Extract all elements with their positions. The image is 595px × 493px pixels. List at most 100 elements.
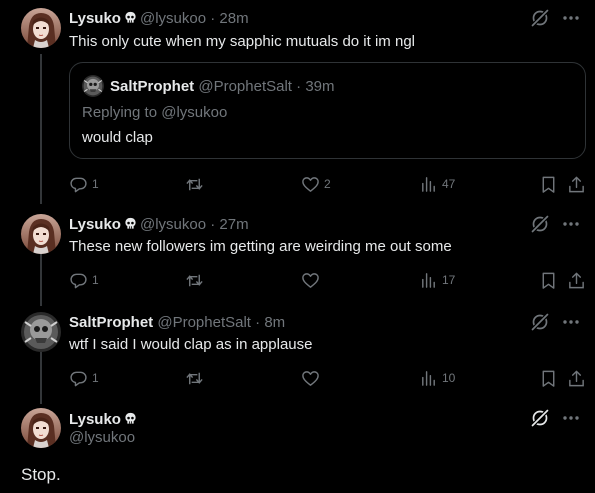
retweet-icon <box>185 271 204 290</box>
handle[interactable]: @lysukoo <box>69 428 135 448</box>
views-button[interactable]: 10 <box>419 368 455 388</box>
reply-button[interactable]: 1 <box>69 174 99 194</box>
avatar[interactable] <box>21 312 61 352</box>
more-icon[interactable] <box>561 312 581 332</box>
bookmark-button[interactable] <box>539 270 558 290</box>
like-icon <box>301 271 320 290</box>
bookmark-button[interactable] <box>539 368 558 388</box>
thread-post[interactable]: SaltProphet @ProphetSalt · 8m wtf I said… <box>0 312 595 396</box>
views-button[interactable]: 17 <box>419 270 455 290</box>
reply-icon <box>69 271 88 290</box>
separator-dot: · <box>210 10 216 27</box>
quote-text: would clap <box>82 129 153 146</box>
like-icon <box>301 175 320 194</box>
avatar[interactable] <box>82 75 104 97</box>
post-header: Lysuko @lysukoo · 28m <box>69 9 249 29</box>
views-icon <box>419 175 438 194</box>
retweet-button[interactable] <box>185 174 208 194</box>
share-icon <box>567 271 586 290</box>
handle[interactable]: @lysukoo <box>140 10 206 27</box>
post-header: Lysuko <box>69 410 140 430</box>
share-button[interactable] <box>567 368 586 388</box>
handle[interactable]: @ProphetSalt <box>157 314 251 331</box>
more-icon[interactable] <box>561 8 581 28</box>
views-icon <box>419 271 438 290</box>
timestamp[interactable]: 8m <box>264 314 285 331</box>
post-menu <box>530 8 581 28</box>
separator-dot: · <box>296 78 302 95</box>
bookmark-icon <box>539 369 558 388</box>
quoted-post[interactable]: SaltProphet @ProphetSalt · 39m Replying … <box>69 62 586 159</box>
like-button[interactable] <box>301 368 324 388</box>
separator-dot: · <box>210 216 216 233</box>
reply-count: 1 <box>92 371 99 385</box>
skull-badge-icon <box>124 412 137 425</box>
bookmark-button[interactable] <box>539 174 558 194</box>
reply-icon <box>69 175 88 194</box>
action-bar: 1 17 <box>69 270 587 290</box>
share-icon <box>567 369 586 388</box>
more-icon[interactable] <box>561 408 581 428</box>
views-icon <box>419 369 438 388</box>
replying-to: Replying to @lysukoo <box>82 104 228 121</box>
action-bar: 1 2 47 <box>69 174 587 194</box>
share-button[interactable] <box>567 174 586 194</box>
retweet-button[interactable] <box>185 368 208 388</box>
quote-header: SaltProphet @ProphetSalt · 39m <box>110 77 335 97</box>
timestamp[interactable]: 28m <box>219 10 248 27</box>
like-icon <box>301 369 320 388</box>
grok-icon[interactable] <box>530 408 550 428</box>
post-text: Stop. <box>21 465 61 484</box>
display-name[interactable]: Lysuko <box>69 10 121 27</box>
skull-badge-icon <box>124 11 137 24</box>
more-icon[interactable] <box>561 214 581 234</box>
reply-count: 1 <box>92 177 99 191</box>
avatar[interactable] <box>21 214 61 254</box>
handle[interactable]: @lysukoo <box>140 216 206 233</box>
view-count: 47 <box>442 177 456 191</box>
handle: @ProphetSalt <box>198 78 292 95</box>
reply-icon <box>69 369 88 388</box>
bookmark-icon <box>539 175 558 194</box>
main-post: Lysuko <box>0 408 595 493</box>
post-text: These new followers im getting are weird… <box>69 238 452 255</box>
retweet-icon <box>185 175 204 194</box>
bookmark-icon <box>539 271 558 290</box>
post-header: Lysuko @lysukoo · 27m <box>69 215 249 235</box>
timestamp[interactable]: 27m <box>219 216 248 233</box>
like-button[interactable]: 2 <box>301 174 331 194</box>
display-name[interactable]: Lysuko <box>69 411 121 428</box>
post-menu <box>530 214 581 234</box>
display-name[interactable]: SaltProphet <box>69 314 153 331</box>
timestamp: 39m <box>305 78 335 95</box>
skull-badge-icon <box>124 217 137 230</box>
share-button[interactable] <box>567 270 586 290</box>
post-menu <box>530 408 581 428</box>
post-menu <box>530 312 581 332</box>
share-icon <box>567 175 586 194</box>
like-button[interactable] <box>301 270 324 290</box>
display-name[interactable]: Lysuko <box>69 216 121 233</box>
grok-icon[interactable] <box>530 8 550 28</box>
reply-count: 1 <box>92 273 99 287</box>
retweet-icon <box>185 369 204 388</box>
post-text: This only cute when my sapphic mutuals d… <box>69 33 415 50</box>
post-text: wtf I said I would clap as in applause <box>69 336 313 353</box>
thread-post[interactable]: Lysuko @lysukoo · 28m This only cute when… <box>0 8 595 198</box>
retweet-button[interactable] <box>185 270 208 290</box>
view-count: 10 <box>442 371 456 385</box>
reply-button[interactable]: 1 <box>69 368 99 388</box>
action-bar: 1 10 <box>69 368 587 388</box>
post-header: SaltProphet @ProphetSalt · 8m <box>69 313 285 333</box>
views-button[interactable]: 47 <box>419 174 455 194</box>
like-count: 2 <box>324 177 331 191</box>
separator-dot: · <box>255 314 261 331</box>
avatar[interactable] <box>21 8 61 48</box>
reply-button[interactable]: 1 <box>69 270 99 290</box>
display-name: SaltProphet <box>110 78 195 95</box>
avatar[interactable] <box>21 408 61 448</box>
view-count: 17 <box>442 273 456 287</box>
thread-post[interactable]: Lysuko @lysukoo · 27m These new followers… <box>0 214 595 298</box>
grok-icon[interactable] <box>530 214 550 234</box>
grok-icon[interactable] <box>530 312 550 332</box>
